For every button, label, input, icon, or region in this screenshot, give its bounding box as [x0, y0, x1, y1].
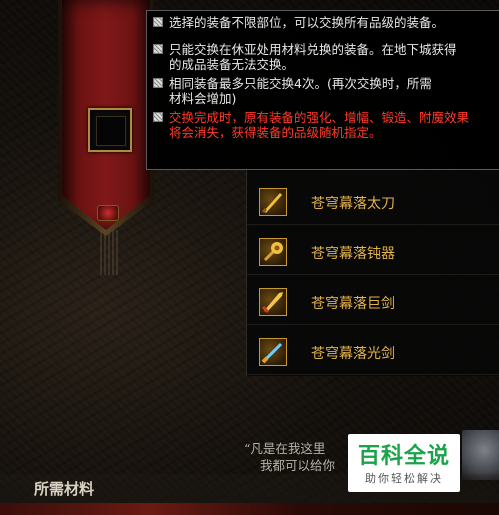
lightsaber-icon	[259, 338, 287, 366]
list-item[interactable]: 苍穹幕落光剑	[247, 330, 499, 375]
tooltip-warning-line: 交换完成时，原有装备的强化、增幅、锻造、附魔效果	[153, 110, 499, 125]
watermark-subtitle: 助你轻松解决	[365, 472, 443, 485]
bullet-icon	[153, 112, 163, 122]
materials-bar	[0, 503, 499, 515]
item-name: 苍穹幕落巨剑	[311, 296, 395, 312]
tooltip-line: 相同装备最多只能交换4次。(再次交换时，所需	[153, 76, 499, 91]
tooltip-text: 相同装备最多只能交换4次。(再次交换时，所需	[169, 76, 432, 91]
katana-icon	[259, 188, 287, 216]
watermark-title: 百科全说	[357, 444, 450, 469]
tooltip-line: 选择的装备不限部位，可以交换所有品级的装备。	[153, 15, 499, 30]
tooltip-text: 选择的装备不限部位，可以交换所有品级的装备。	[169, 15, 445, 30]
npc-portrait	[462, 430, 499, 480]
equipment-slot[interactable]	[88, 108, 132, 152]
item-name: 苍穹幕落钝器	[311, 246, 395, 262]
equipment-list: 苍穹幕落太刀 苍穹幕落钝器 苍穹幕落巨剑 苍穹幕落光剑	[246, 170, 499, 376]
npc-quote-line: 我都可以给你	[260, 458, 336, 473]
npc-quote: “凡是在我这里 我都可以给你	[244, 440, 335, 474]
bullet-icon	[153, 44, 163, 54]
tassel-decoration	[100, 230, 120, 275]
blunt-weapon-icon	[259, 238, 287, 266]
tooltip-text: 的成品装备无法交换。	[169, 57, 295, 72]
tooltip-warning-line: 将会消失，获得装备的品级随机指定。	[153, 125, 499, 140]
tooltip-warning-text: 将会消失，获得装备的品级随机指定。	[169, 125, 382, 140]
watermark-logo: 百科全说 助你轻松解决	[348, 434, 460, 492]
greatsword-icon	[259, 288, 287, 316]
bullet-icon	[153, 78, 163, 88]
list-item[interactable]: 苍穹幕落巨剑	[247, 280, 499, 325]
npc-quote-line: “凡是在我这里	[244, 441, 326, 456]
gem-ornament-icon	[97, 205, 119, 221]
item-name: 苍穹幕落太刀	[311, 196, 395, 212]
materials-title: 所需材料	[34, 480, 95, 498]
item-name: 苍穹幕落光剑	[311, 346, 395, 362]
tooltip-text: 只能交换在休亚处用材料兑换的装备。在地下城获得	[169, 42, 457, 57]
tooltip-text: 材料会增加)	[169, 91, 237, 106]
bullet-icon	[153, 17, 163, 27]
list-item[interactable]: 苍穹幕落太刀	[247, 180, 499, 225]
exchange-rules-tooltip: 选择的装备不限部位，可以交换所有品级的装备。 只能交换在休亚处用材料兑换的装备。…	[146, 10, 499, 170]
tooltip-warning-text: 交换完成时，原有装备的强化、增幅、锻造、附魔效果	[169, 110, 470, 125]
list-item[interactable]: 苍穹幕落钝器	[247, 230, 499, 275]
tooltip-line: 的成品装备无法交换。	[153, 57, 499, 72]
tooltip-line: 材料会增加)	[153, 91, 499, 106]
tooltip-line: 只能交换在休亚处用材料兑换的装备。在地下城获得	[153, 42, 499, 57]
